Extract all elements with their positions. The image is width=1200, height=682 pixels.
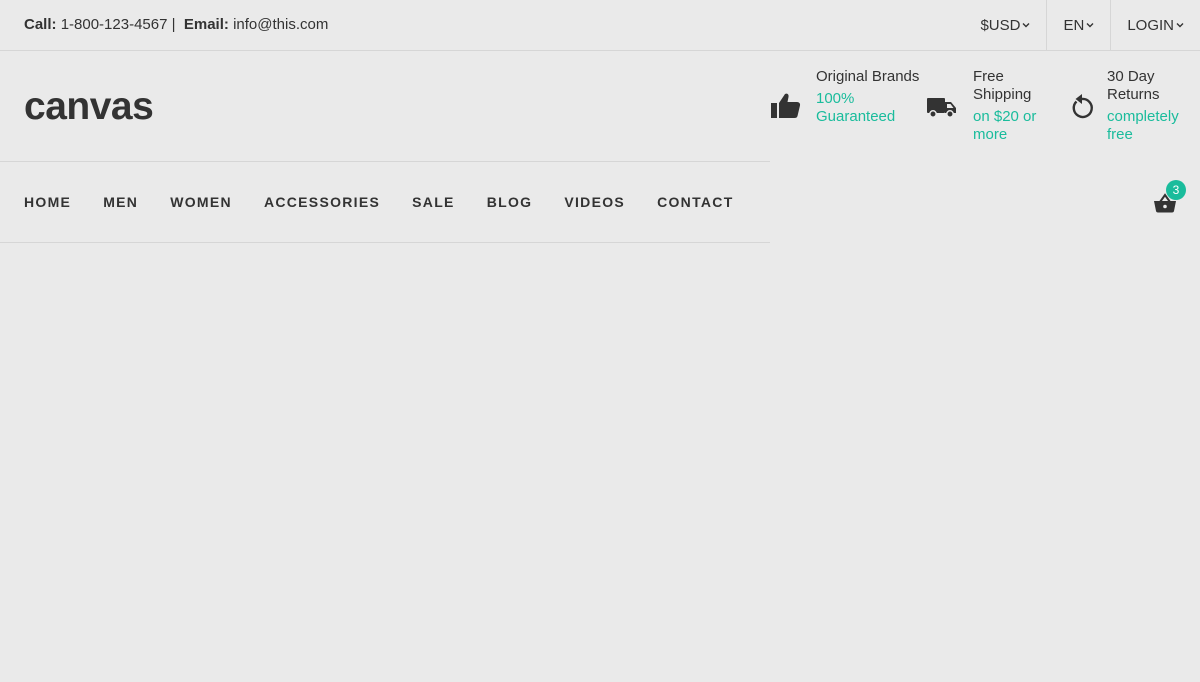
feature-title: Free Shipping: [973, 68, 1032, 103]
nav-item-home[interactable]: HOME: [24, 193, 71, 211]
feature-subtitle: on $20 or more: [973, 108, 1037, 143]
nav-item-videos[interactable]: VIDEOS: [564, 193, 625, 211]
nav-item-contact[interactable]: CONTACT: [657, 193, 734, 211]
cart-button[interactable]: 3: [1150, 180, 1186, 216]
nav-item-men[interactable]: MEN: [103, 193, 138, 211]
top-bar-menu: $USD EN LOGIN: [964, 0, 1200, 50]
feature-subtitle: 100% Guaranteed: [816, 90, 896, 125]
phone-number[interactable]: 1-800-123-4567: [61, 16, 168, 33]
undo-icon: [1072, 94, 1093, 119]
call-label: Call:: [24, 16, 57, 33]
language-dropdown[interactable]: EN: [1046, 0, 1110, 50]
currency-label: $USD: [980, 16, 1021, 34]
login-dropdown[interactable]: LOGIN: [1110, 0, 1200, 50]
chevron-down-icon: [1022, 23, 1030, 28]
chevron-down-icon: [1086, 23, 1094, 28]
cart-count-badge: 3: [1166, 180, 1186, 200]
email-address[interactable]: info@this.com: [233, 16, 328, 33]
main-navigation: HOME MEN WOMEN ACCESSORIES SALE BLOG VID…: [0, 162, 770, 243]
email-label: Email:: [183, 16, 229, 33]
currency-dropdown[interactable]: $USD: [964, 0, 1046, 50]
chevron-down-icon: [1176, 23, 1184, 28]
feature-subtitle: completely free: [1107, 108, 1179, 143]
nav-item-accessories[interactable]: ACCESSORIES: [264, 193, 380, 211]
thumbs-up-icon: [771, 93, 801, 118]
site-logo[interactable]: canvas: [24, 84, 154, 130]
feature-title: 30 Day Returns: [1107, 68, 1160, 103]
top-bar: Call: 1-800-123-4567 | Email: info@this.…: [0, 0, 1200, 51]
contact-separator: |: [171, 16, 176, 33]
site-header: canvas: [0, 51, 770, 162]
truck-icon: [927, 98, 956, 118]
contact-info: Call: 1-800-123-4567 | Email: info@this.…: [24, 16, 328, 34]
feature-title: Original Brands: [816, 68, 920, 85]
nav-item-blog[interactable]: BLOG: [487, 193, 533, 211]
nav-item-sale[interactable]: SALE: [412, 193, 455, 211]
language-label: EN: [1063, 16, 1085, 34]
login-label: LOGIN: [1127, 16, 1174, 34]
nav-item-women[interactable]: WOMEN: [170, 193, 232, 211]
feature-highlights: Original Brands 100% Guaranteed Free Shi…: [770, 51, 1200, 162]
